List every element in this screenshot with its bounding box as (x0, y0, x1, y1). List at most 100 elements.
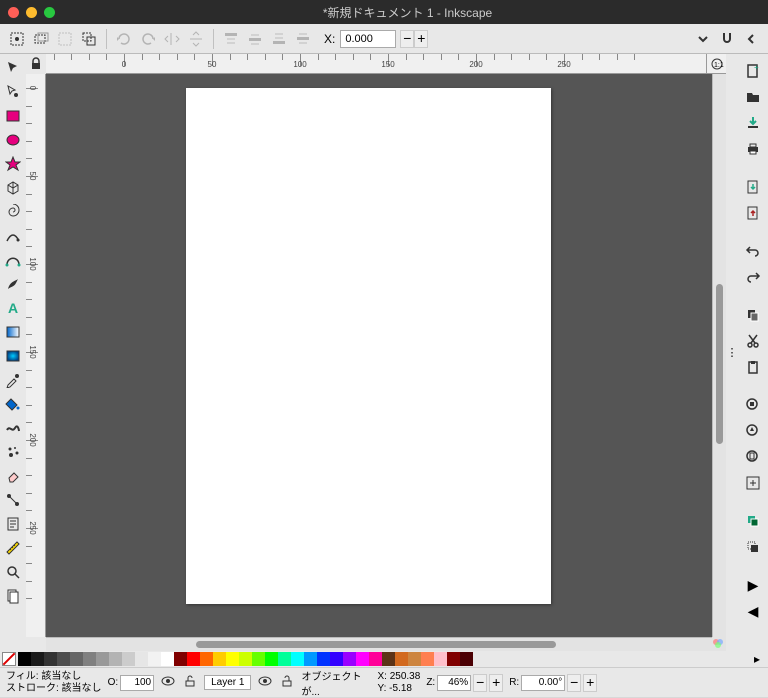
color-swatch[interactable] (83, 652, 96, 666)
rotation-inc-button[interactable]: + (583, 674, 597, 692)
ruler-reset-button[interactable]: 1:1 (706, 54, 726, 74)
lower-bottom-button[interactable] (292, 28, 314, 50)
rectangle-tool[interactable] (2, 105, 24, 127)
eraser-tool[interactable] (2, 465, 24, 487)
connector-tool[interactable] (2, 489, 24, 511)
layer-eye-icon[interactable] (257, 673, 273, 692)
close-window-button[interactable] (8, 7, 19, 18)
color-swatch[interactable] (161, 652, 174, 666)
color-swatch[interactable] (174, 652, 187, 666)
color-swatch[interactable] (278, 652, 291, 666)
clone-button[interactable] (742, 536, 764, 558)
color-swatch[interactable] (447, 652, 460, 666)
star-tool[interactable] (2, 153, 24, 175)
color-swatch[interactable] (343, 652, 356, 666)
flip-v-button[interactable] (185, 28, 207, 50)
cut-button[interactable] (742, 330, 764, 352)
vertical-scrollbar[interactable] (712, 74, 726, 637)
new-doc-button[interactable]: + (742, 60, 764, 82)
node-tool[interactable] (2, 81, 24, 103)
snap-toggle-button[interactable] (716, 28, 738, 50)
paste-button[interactable] (742, 356, 764, 378)
collapse-button[interactable]: ◀ (742, 600, 764, 622)
fill-value[interactable]: 該当なし (41, 671, 81, 682)
color-swatch[interactable] (18, 652, 31, 666)
color-swatch[interactable] (369, 652, 382, 666)
color-swatch[interactable] (421, 652, 434, 666)
copy-button[interactable] (742, 304, 764, 326)
deselect-button[interactable] (54, 28, 76, 50)
color-swatch[interactable] (44, 652, 57, 666)
color-swatch[interactable] (122, 652, 135, 666)
gradient-tool[interactable] (2, 321, 24, 343)
maximize-window-button[interactable] (44, 7, 55, 18)
color-swatch[interactable] (330, 652, 343, 666)
raise-button[interactable] (244, 28, 266, 50)
color-swatch[interactable] (239, 652, 252, 666)
text-tool[interactable]: A (2, 297, 24, 319)
horizontal-scrollbar[interactable] (46, 637, 712, 651)
canvas[interactable] (46, 74, 712, 637)
lpe-tool[interactable] (2, 513, 24, 535)
stroke-value[interactable]: 該当なし (62, 683, 102, 694)
horizontal-ruler[interactable]: -50050100150200250 (46, 54, 706, 74)
select-layer-button[interactable] (30, 28, 52, 50)
pencil-tool[interactable] (2, 225, 24, 247)
color-swatch[interactable] (187, 652, 200, 666)
x-decrement-button[interactable]: − (400, 30, 414, 48)
tweak-tool[interactable] (2, 417, 24, 439)
open-button[interactable] (742, 86, 764, 108)
more-button[interactable]: ▶ (742, 574, 764, 596)
color-swatch[interactable] (382, 652, 395, 666)
color-swatch[interactable] (408, 652, 421, 666)
layer-selector[interactable]: Layer 1 (204, 675, 251, 690)
dropper-tool[interactable] (2, 369, 24, 391)
rotate-cw-button[interactable] (137, 28, 159, 50)
layer-lock-icon[interactable] (182, 673, 198, 692)
color-swatch[interactable] (226, 652, 239, 666)
snap-options-button[interactable] (740, 28, 762, 50)
zoom-in-button[interactable]: + (489, 674, 503, 692)
x-increment-button[interactable]: + (414, 30, 428, 48)
export-button[interactable] (742, 202, 764, 224)
color-swatch[interactable] (356, 652, 369, 666)
color-swatch[interactable] (96, 652, 109, 666)
color-swatch[interactable] (460, 652, 473, 666)
measure-tool[interactable] (2, 537, 24, 559)
spiral-tool[interactable] (2, 201, 24, 223)
flip-h-button[interactable] (161, 28, 183, 50)
x-input[interactable] (340, 30, 396, 48)
save-button[interactable] (742, 112, 764, 134)
toggle-select-button[interactable] (78, 28, 100, 50)
no-fill-swatch[interactable] (2, 652, 16, 666)
raise-top-button[interactable] (220, 28, 242, 50)
zoom-selection-button[interactable] (742, 394, 764, 416)
print-button[interactable] (742, 138, 764, 160)
zoom-page-button[interactable] (742, 446, 764, 468)
zoom-center-button[interactable] (742, 472, 764, 494)
zoom-drawing-button[interactable] (742, 420, 764, 442)
rotation-dec-button[interactable]: − (567, 674, 581, 692)
spray-tool[interactable] (2, 441, 24, 463)
import-button[interactable] (742, 176, 764, 198)
paintbucket-tool[interactable] (2, 393, 24, 415)
redo-button[interactable] (742, 266, 764, 288)
color-swatch[interactable] (213, 652, 226, 666)
rotate-ccw-button[interactable] (113, 28, 135, 50)
zoom-out-button[interactable]: − (473, 674, 487, 692)
color-swatch[interactable] (109, 652, 122, 666)
color-swatch[interactable] (395, 652, 408, 666)
pages-tool[interactable] (2, 585, 24, 607)
color-swatch[interactable] (434, 652, 447, 666)
opacity-input[interactable] (120, 675, 154, 691)
rotation-input[interactable] (521, 675, 565, 691)
minimize-window-button[interactable] (26, 7, 37, 18)
mesh-tool[interactable] (2, 345, 24, 367)
3dbox-tool[interactable] (2, 177, 24, 199)
duplicate-button[interactable] (742, 510, 764, 532)
layer-unlock-icon[interactable] (279, 673, 295, 692)
color-swatch[interactable] (304, 652, 317, 666)
color-swatch[interactable] (252, 652, 265, 666)
color-swatch[interactable] (265, 652, 278, 666)
ellipse-tool[interactable] (2, 129, 24, 151)
